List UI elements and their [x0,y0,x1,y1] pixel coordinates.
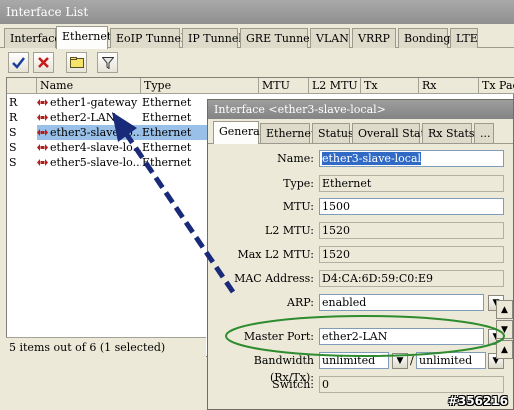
annotation-arrowhead [112,112,137,142]
annotation-arrow [122,130,236,294]
watermark: #356216 [447,394,508,408]
annotation-layer [112,112,505,357]
annotation-ellipse [225,315,505,357]
